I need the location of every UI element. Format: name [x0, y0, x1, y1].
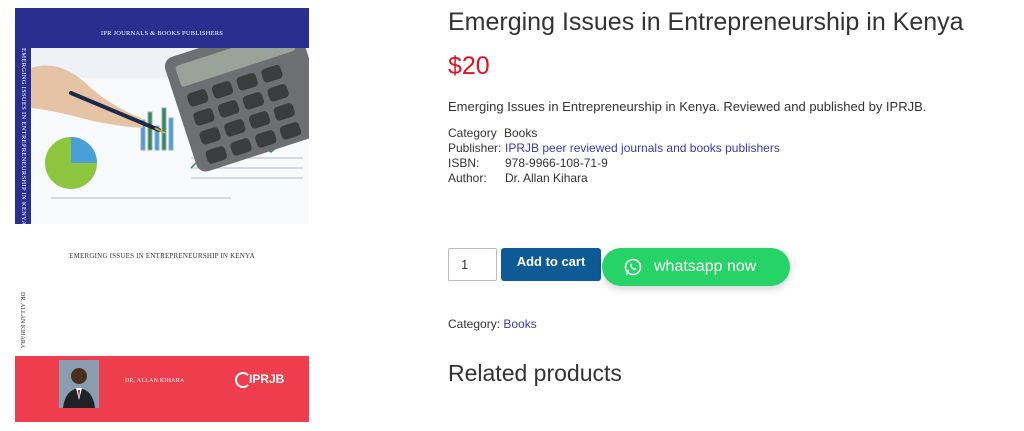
- meta-isbn-label: ISBN:: [448, 156, 480, 170]
- whatsapp-label: whatsapp now: [654, 258, 757, 275]
- cover-spine-title: EMERGING ISSUES IN ENTREPRENEURSHIP IN K…: [19, 48, 29, 225]
- product-price: $20: [448, 52, 490, 80]
- meta-publisher-row: Publisher: IPRJB peer reviewed journals …: [448, 141, 780, 156]
- cover-photo-calculator: [31, 48, 309, 224]
- meta-category-label: Category: [448, 126, 497, 140]
- add-to-cart-button[interactable]: Add to cart: [501, 248, 601, 281]
- iprjb-logo: IPRJB: [235, 370, 295, 390]
- cover-title: EMERGING ISSUES IN ENTREPRENEURSHIP IN K…: [69, 252, 255, 260]
- meta-author-label: Author:: [448, 171, 487, 185]
- meta-author-row: Author: Dr. Allan Kihara: [448, 171, 780, 186]
- short-description: Emerging Issues in Entrepreneurship in K…: [448, 99, 927, 114]
- cover-top-panel: IPR JOURNALS & BOOKS PUBLISHERS EMERGING…: [15, 8, 309, 225]
- category-label: Category:: [448, 317, 501, 331]
- logo-text: IPRJB: [249, 372, 285, 386]
- cover-author-band: DR. ALLAN KIHARA IPRJB: [15, 356, 309, 422]
- product-title: Emerging Issues in Entrepreneurship in K…: [448, 8, 964, 36]
- cover-publisher-text: IPR JOURNALS & BOOKS PUBLISHERS: [100, 30, 224, 37]
- cover-spine-title-text: EMERGING ISSUES IN ENTREPRENEURSHIP IN K…: [20, 48, 27, 226]
- cover-author-name: DR. ALLAN KIHARA: [125, 378, 185, 384]
- posted-in-category: Category: Books: [448, 317, 537, 331]
- meta-publisher-link[interactable]: IPRJB peer reviewed journals and books p…: [505, 141, 780, 156]
- product-image[interactable]: IPR JOURNALS & BOOKS PUBLISHERS EMERGING…: [15, 8, 309, 422]
- cover-spine-author: DR. ALLAN KIHARA: [17, 292, 27, 352]
- related-products-heading: Related products: [448, 360, 622, 386]
- meta-isbn-row: ISBN: 978-9966-108-71-9: [448, 156, 780, 171]
- author-photo: [59, 360, 99, 408]
- meta-publisher-label: Publisher:: [448, 141, 502, 155]
- meta-category-value: Books: [504, 126, 538, 140]
- whatsapp-icon: [624, 258, 642, 276]
- category-link-books[interactable]: Books: [503, 317, 536, 331]
- meta-author-value: Dr. Allan Kihara: [505, 171, 588, 185]
- cover-spine-author-text: DR. ALLAN KIHARA: [19, 292, 25, 349]
- quantity-input[interactable]: [448, 248, 497, 281]
- meta-category-row: Category Books: [448, 126, 780, 141]
- meta-isbn-value: 978-9966-108-71-9: [505, 156, 608, 170]
- whatsapp-now-button[interactable]: whatsapp now: [602, 248, 790, 286]
- product-meta-table: Category Books Publisher: IPRJB peer rev…: [448, 126, 780, 186]
